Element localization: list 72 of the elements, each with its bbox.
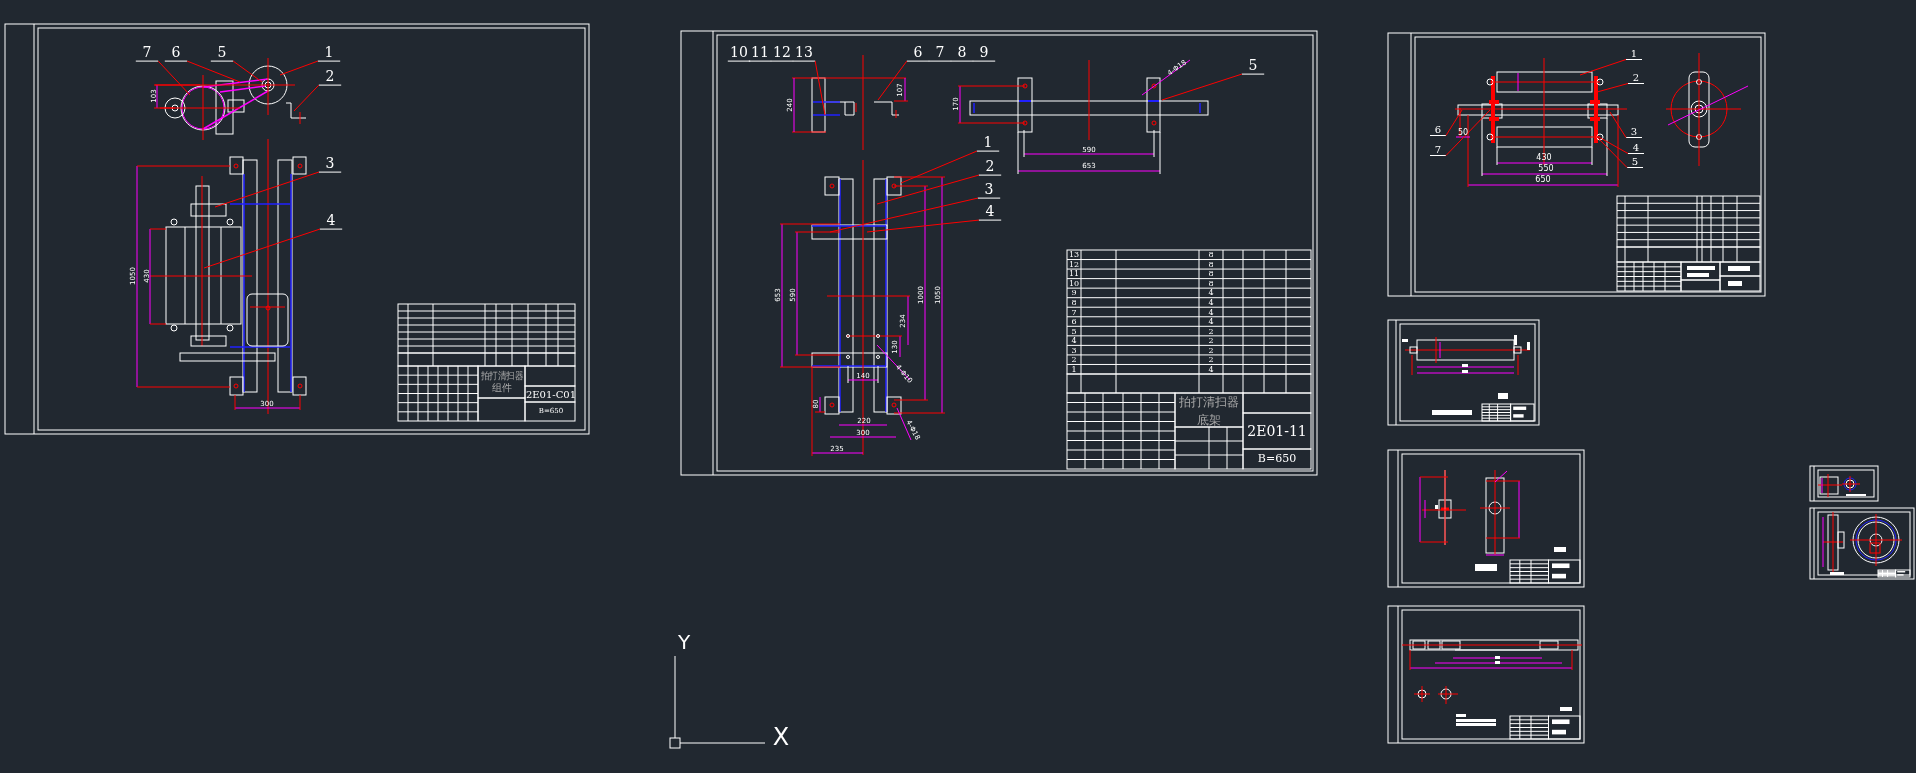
- table-cell: 8: [1208, 269, 1214, 279]
- drawing-spec: B=650: [1257, 451, 1297, 465]
- title-block-text: 底架: [1197, 413, 1221, 427]
- table-cell: 2: [1071, 355, 1077, 365]
- title-block-text: 拍打清扫器: [1179, 395, 1239, 409]
- dimension-label: 550: [1538, 163, 1554, 173]
- table-cell: 4: [1208, 297, 1214, 307]
- drawing-number: 2E01-C01: [525, 388, 577, 400]
- part-number: 12: [773, 44, 791, 60]
- table-cell: 6: [1071, 317, 1077, 327]
- table-cell: 11: [1068, 269, 1080, 279]
- part-number: 2: [985, 158, 995, 174]
- part-number: 13: [795, 44, 813, 60]
- table-cell: 9: [1071, 288, 1077, 298]
- part-number: 1: [324, 44, 334, 60]
- part-number: 3: [325, 155, 335, 171]
- table-cell: 8: [1208, 278, 1214, 288]
- drawing-sheet-border: [1809, 465, 1879, 502]
- table-cell: 2: [1208, 336, 1214, 346]
- dimension-label: 430: [1536, 152, 1552, 162]
- dimension-label: 650: [1535, 174, 1551, 184]
- ucs-axes-icon: [669, 655, 766, 749]
- part-number: 4: [1632, 141, 1640, 153]
- table-cell: 13: [1068, 250, 1080, 260]
- table-cell: 7: [1071, 307, 1077, 317]
- table-cell: 12: [1068, 259, 1080, 269]
- part-number: 5: [1631, 155, 1639, 167]
- table-cell: 8: [1071, 297, 1077, 307]
- part-number: 7: [142, 44, 152, 60]
- table-cell: 2: [1208, 355, 1214, 365]
- table-cell: 10: [1068, 278, 1080, 288]
- table-cell: 8: [1208, 259, 1214, 269]
- part-number: 4: [985, 203, 995, 219]
- leader-line: [293, 84, 342, 112]
- leader-line: [1596, 83, 1645, 93]
- part-number: 6: [913, 44, 923, 60]
- table-cell: 8: [1208, 250, 1214, 260]
- part-number: 7: [935, 44, 945, 60]
- leader-line: [1579, 59, 1643, 76]
- table-cell: 4: [1208, 317, 1214, 327]
- table-cell: 4: [1208, 364, 1214, 374]
- title-block-text: 组件: [492, 381, 512, 393]
- table-cell: 4: [1071, 336, 1077, 346]
- table-cell: 4: [1208, 307, 1214, 317]
- axis-label: X: [772, 723, 790, 751]
- part-number: 4: [326, 212, 336, 228]
- part-number: 9: [979, 44, 989, 60]
- part-number: 6: [171, 44, 181, 60]
- part-number: 2: [1632, 71, 1640, 83]
- table-cell: 2: [1208, 326, 1214, 336]
- table-cell: 5: [1071, 326, 1077, 336]
- dimension-label: 50: [1457, 127, 1469, 137]
- axis-label: Y: [677, 630, 691, 654]
- part-number: 11: [751, 44, 769, 60]
- part-number: 7: [1434, 143, 1442, 155]
- table-cell: 1: [1071, 364, 1077, 374]
- part-number: 2: [325, 68, 335, 84]
- part-number: 8: [957, 44, 967, 60]
- table-cell: 3: [1071, 345, 1077, 355]
- part-number: 10: [730, 44, 748, 60]
- part-number: 5: [217, 44, 227, 60]
- table-cell: 4: [1208, 288, 1214, 298]
- part-number: 1: [983, 134, 993, 150]
- drawing-number: 2E01-11: [1247, 423, 1307, 439]
- part-number: 3: [984, 181, 994, 197]
- part-drawing: [1817, 473, 1866, 498]
- table-cell: 2: [1208, 345, 1214, 355]
- part-number: 1: [1630, 47, 1638, 59]
- part-number: 5: [1248, 57, 1258, 73]
- title-block-text: 拍打清扫器: [480, 369, 531, 381]
- part-number: 3: [1630, 125, 1638, 137]
- part-number: 6: [1434, 123, 1442, 135]
